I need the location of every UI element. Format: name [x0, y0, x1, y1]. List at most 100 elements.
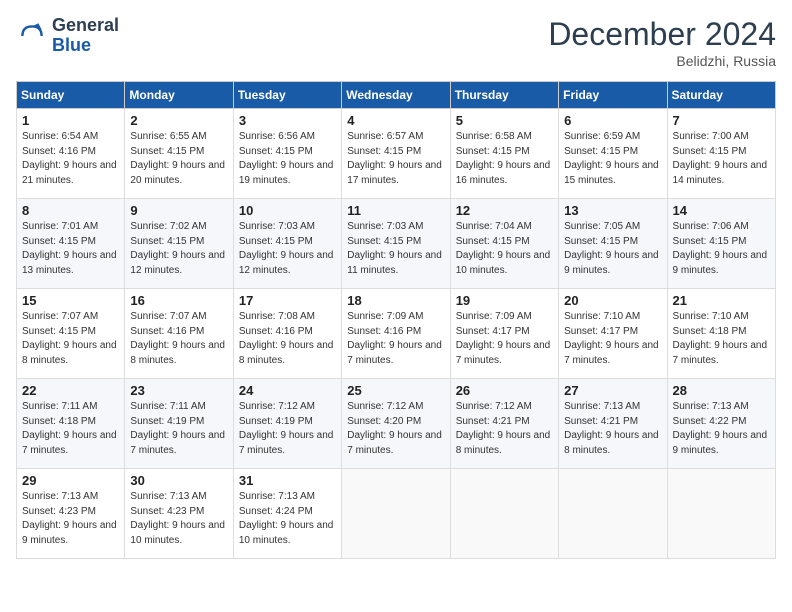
cell-details: Sunrise: 7:13 AM Sunset: 4:24 PM Dayligh…: [239, 490, 336, 548]
calendar-cell: 27 Sunrise: 7:13 AM Sunset: 4:21 PM Dayl…: [559, 379, 667, 469]
cell-details: Sunrise: 7:10 AM Sunset: 4:17 PM Dayligh…: [564, 310, 661, 368]
day-number: 26: [456, 383, 553, 398]
calendar-week-row: 29 Sunrise: 7:13 AM Sunset: 4:23 PM Dayl…: [17, 469, 776, 559]
cell-details: Sunrise: 7:02 AM Sunset: 4:15 PM Dayligh…: [130, 220, 227, 278]
cell-details: Sunrise: 6:56 AM Sunset: 4:15 PM Dayligh…: [239, 130, 336, 188]
calendar-week-row: 22 Sunrise: 7:11 AM Sunset: 4:18 PM Dayl…: [17, 379, 776, 469]
day-number: 13: [564, 203, 661, 218]
cell-details: Sunrise: 7:10 AM Sunset: 4:18 PM Dayligh…: [673, 310, 770, 368]
calendar-cell: 15 Sunrise: 7:07 AM Sunset: 4:15 PM Dayl…: [17, 289, 125, 379]
day-number: 22: [22, 383, 119, 398]
calendar-cell: 3 Sunrise: 6:56 AM Sunset: 4:15 PM Dayli…: [233, 109, 341, 199]
cell-details: Sunrise: 7:12 AM Sunset: 4:21 PM Dayligh…: [456, 400, 553, 458]
location: Belidzhi, Russia: [548, 53, 776, 69]
calendar-header-row: SundayMondayTuesdayWednesdayThursdayFrid…: [17, 82, 776, 109]
cell-details: Sunrise: 6:59 AM Sunset: 4:15 PM Dayligh…: [564, 130, 661, 188]
day-of-week-header: Thursday: [450, 82, 558, 109]
calendar-cell: 20 Sunrise: 7:10 AM Sunset: 4:17 PM Dayl…: [559, 289, 667, 379]
calendar-cell: 23 Sunrise: 7:11 AM Sunset: 4:19 PM Dayl…: [125, 379, 233, 469]
logo: General Blue: [16, 16, 119, 56]
day-of-week-header: Tuesday: [233, 82, 341, 109]
calendar-cell: 13 Sunrise: 7:05 AM Sunset: 4:15 PM Dayl…: [559, 199, 667, 289]
day-number: 27: [564, 383, 661, 398]
day-number: 8: [22, 203, 119, 218]
day-number: 14: [673, 203, 770, 218]
day-number: 4: [347, 113, 444, 128]
calendar-cell: 7 Sunrise: 7:00 AM Sunset: 4:15 PM Dayli…: [667, 109, 775, 199]
calendar-week-row: 1 Sunrise: 6:54 AM Sunset: 4:16 PM Dayli…: [17, 109, 776, 199]
day-of-week-header: Wednesday: [342, 82, 450, 109]
cell-details: Sunrise: 7:07 AM Sunset: 4:16 PM Dayligh…: [130, 310, 227, 368]
calendar-cell: 19 Sunrise: 7:09 AM Sunset: 4:17 PM Dayl…: [450, 289, 558, 379]
day-number: 3: [239, 113, 336, 128]
calendar-cell: 12 Sunrise: 7:04 AM Sunset: 4:15 PM Dayl…: [450, 199, 558, 289]
cell-details: Sunrise: 7:06 AM Sunset: 4:15 PM Dayligh…: [673, 220, 770, 278]
cell-details: Sunrise: 7:05 AM Sunset: 4:15 PM Dayligh…: [564, 220, 661, 278]
calendar-cell: 10 Sunrise: 7:03 AM Sunset: 4:15 PM Dayl…: [233, 199, 341, 289]
day-number: 10: [239, 203, 336, 218]
calendar-cell: 25 Sunrise: 7:12 AM Sunset: 4:20 PM Dayl…: [342, 379, 450, 469]
cell-details: Sunrise: 7:12 AM Sunset: 4:19 PM Dayligh…: [239, 400, 336, 458]
day-number: 31: [239, 473, 336, 488]
logo-icon: [16, 20, 48, 52]
calendar-cell: [667, 469, 775, 559]
calendar-cell: 24 Sunrise: 7:12 AM Sunset: 4:19 PM Dayl…: [233, 379, 341, 469]
day-of-week-header: Friday: [559, 82, 667, 109]
day-number: 12: [456, 203, 553, 218]
calendar-cell: 26 Sunrise: 7:12 AM Sunset: 4:21 PM Dayl…: [450, 379, 558, 469]
day-number: 9: [130, 203, 227, 218]
day-number: 2: [130, 113, 227, 128]
calendar-cell: 5 Sunrise: 6:58 AM Sunset: 4:15 PM Dayli…: [450, 109, 558, 199]
day-number: 17: [239, 293, 336, 308]
day-number: 25: [347, 383, 444, 398]
day-number: 5: [456, 113, 553, 128]
day-number: 7: [673, 113, 770, 128]
calendar-cell: 2 Sunrise: 6:55 AM Sunset: 4:15 PM Dayli…: [125, 109, 233, 199]
calendar-cell: [559, 469, 667, 559]
cell-details: Sunrise: 7:03 AM Sunset: 4:15 PM Dayligh…: [239, 220, 336, 278]
cell-details: Sunrise: 7:03 AM Sunset: 4:15 PM Dayligh…: [347, 220, 444, 278]
calendar-cell: 30 Sunrise: 7:13 AM Sunset: 4:23 PM Dayl…: [125, 469, 233, 559]
cell-details: Sunrise: 7:13 AM Sunset: 4:23 PM Dayligh…: [22, 490, 119, 548]
cell-details: Sunrise: 7:07 AM Sunset: 4:15 PM Dayligh…: [22, 310, 119, 368]
day-number: 20: [564, 293, 661, 308]
calendar-cell: 9 Sunrise: 7:02 AM Sunset: 4:15 PM Dayli…: [125, 199, 233, 289]
cell-details: Sunrise: 7:09 AM Sunset: 4:17 PM Dayligh…: [456, 310, 553, 368]
cell-details: Sunrise: 7:11 AM Sunset: 4:18 PM Dayligh…: [22, 400, 119, 458]
cell-details: Sunrise: 7:12 AM Sunset: 4:20 PM Dayligh…: [347, 400, 444, 458]
calendar-cell: [342, 469, 450, 559]
logo-text: General Blue: [52, 16, 119, 56]
page-header: General Blue December 2024 Belidzhi, Rus…: [16, 16, 776, 69]
day-number: 16: [130, 293, 227, 308]
day-of-week-header: Sunday: [17, 82, 125, 109]
calendar-cell: 28 Sunrise: 7:13 AM Sunset: 4:22 PM Dayl…: [667, 379, 775, 469]
calendar-cell: 8 Sunrise: 7:01 AM Sunset: 4:15 PM Dayli…: [17, 199, 125, 289]
cell-details: Sunrise: 7:13 AM Sunset: 4:22 PM Dayligh…: [673, 400, 770, 458]
day-number: 21: [673, 293, 770, 308]
cell-details: Sunrise: 6:54 AM Sunset: 4:16 PM Dayligh…: [22, 130, 119, 188]
day-number: 18: [347, 293, 444, 308]
cell-details: Sunrise: 7:00 AM Sunset: 4:15 PM Dayligh…: [673, 130, 770, 188]
day-of-week-header: Saturday: [667, 82, 775, 109]
calendar-cell: 11 Sunrise: 7:03 AM Sunset: 4:15 PM Dayl…: [342, 199, 450, 289]
calendar-table: SundayMondayTuesdayWednesdayThursdayFrid…: [16, 81, 776, 559]
day-number: 30: [130, 473, 227, 488]
cell-details: Sunrise: 6:55 AM Sunset: 4:15 PM Dayligh…: [130, 130, 227, 188]
day-number: 1: [22, 113, 119, 128]
day-number: 19: [456, 293, 553, 308]
calendar-cell: 4 Sunrise: 6:57 AM Sunset: 4:15 PM Dayli…: [342, 109, 450, 199]
calendar-week-row: 15 Sunrise: 7:07 AM Sunset: 4:15 PM Dayl…: [17, 289, 776, 379]
cell-details: Sunrise: 6:57 AM Sunset: 4:15 PM Dayligh…: [347, 130, 444, 188]
calendar-cell: 14 Sunrise: 7:06 AM Sunset: 4:15 PM Dayl…: [667, 199, 775, 289]
title-block: December 2024 Belidzhi, Russia: [548, 16, 776, 69]
cell-details: Sunrise: 7:13 AM Sunset: 4:21 PM Dayligh…: [564, 400, 661, 458]
calendar-cell: [450, 469, 558, 559]
day-number: 23: [130, 383, 227, 398]
day-number: 28: [673, 383, 770, 398]
calendar-cell: 18 Sunrise: 7:09 AM Sunset: 4:16 PM Dayl…: [342, 289, 450, 379]
cell-details: Sunrise: 7:04 AM Sunset: 4:15 PM Dayligh…: [456, 220, 553, 278]
calendar-cell: 6 Sunrise: 6:59 AM Sunset: 4:15 PM Dayli…: [559, 109, 667, 199]
day-number: 6: [564, 113, 661, 128]
calendar-cell: 1 Sunrise: 6:54 AM Sunset: 4:16 PM Dayli…: [17, 109, 125, 199]
cell-details: Sunrise: 7:13 AM Sunset: 4:23 PM Dayligh…: [130, 490, 227, 548]
